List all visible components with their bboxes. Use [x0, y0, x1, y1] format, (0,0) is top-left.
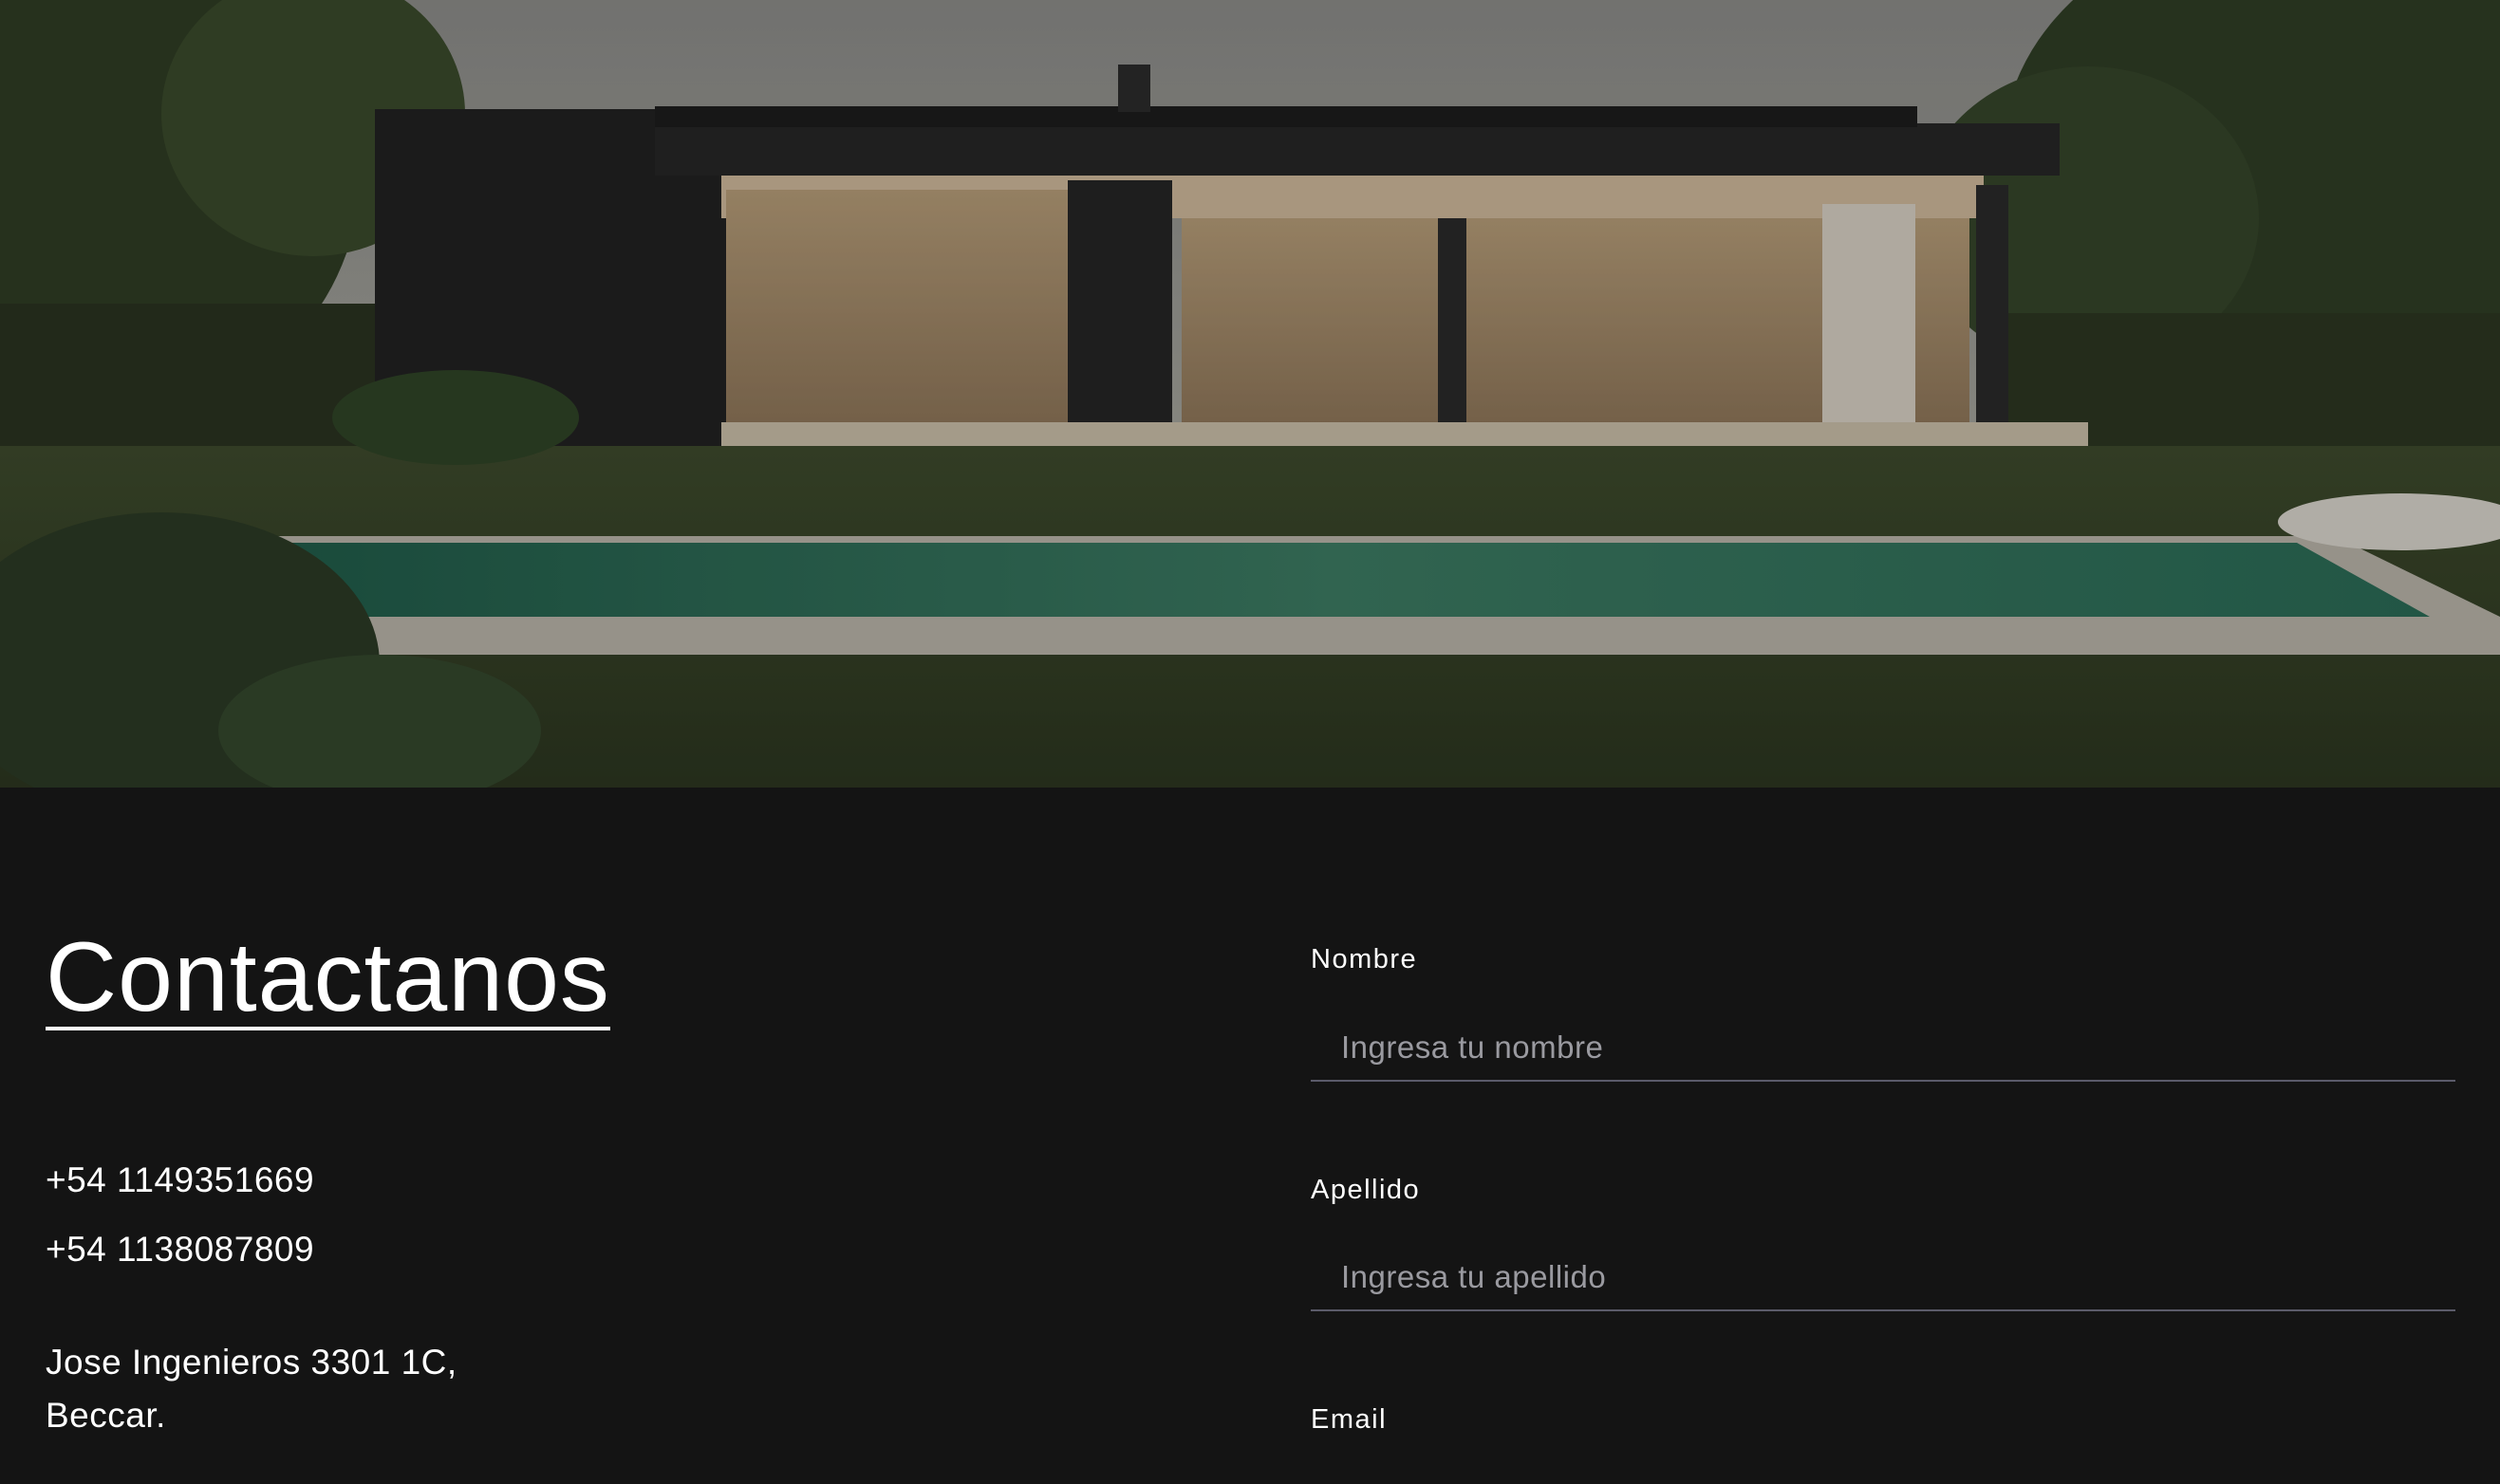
email-label: Email: [1311, 1404, 1388, 1435]
hero-image: [0, 0, 2500, 788]
address-line-2: Beccar.: [46, 1396, 166, 1435]
nombre-input[interactable]: [1311, 1015, 2455, 1082]
address: Jose Ingenieros 3301 1C, Beccar.: [46, 1336, 457, 1442]
contact-section: Contactanos +54 1149351669 +54 113808780…: [0, 788, 2500, 1484]
contact-title: Contactanos: [46, 922, 610, 1032]
nombre-label: Nombre: [1311, 944, 1418, 974]
phone-number-1[interactable]: +54 1149351669: [46, 1160, 314, 1200]
phone-number-2[interactable]: +54 1138087809: [46, 1230, 314, 1270]
apellido-input[interactable]: [1311, 1245, 2455, 1311]
house-illustration: [0, 0, 2500, 788]
apellido-label: Apellido: [1311, 1175, 1421, 1205]
address-line-1: Jose Ingenieros 3301 1C,: [46, 1343, 457, 1382]
